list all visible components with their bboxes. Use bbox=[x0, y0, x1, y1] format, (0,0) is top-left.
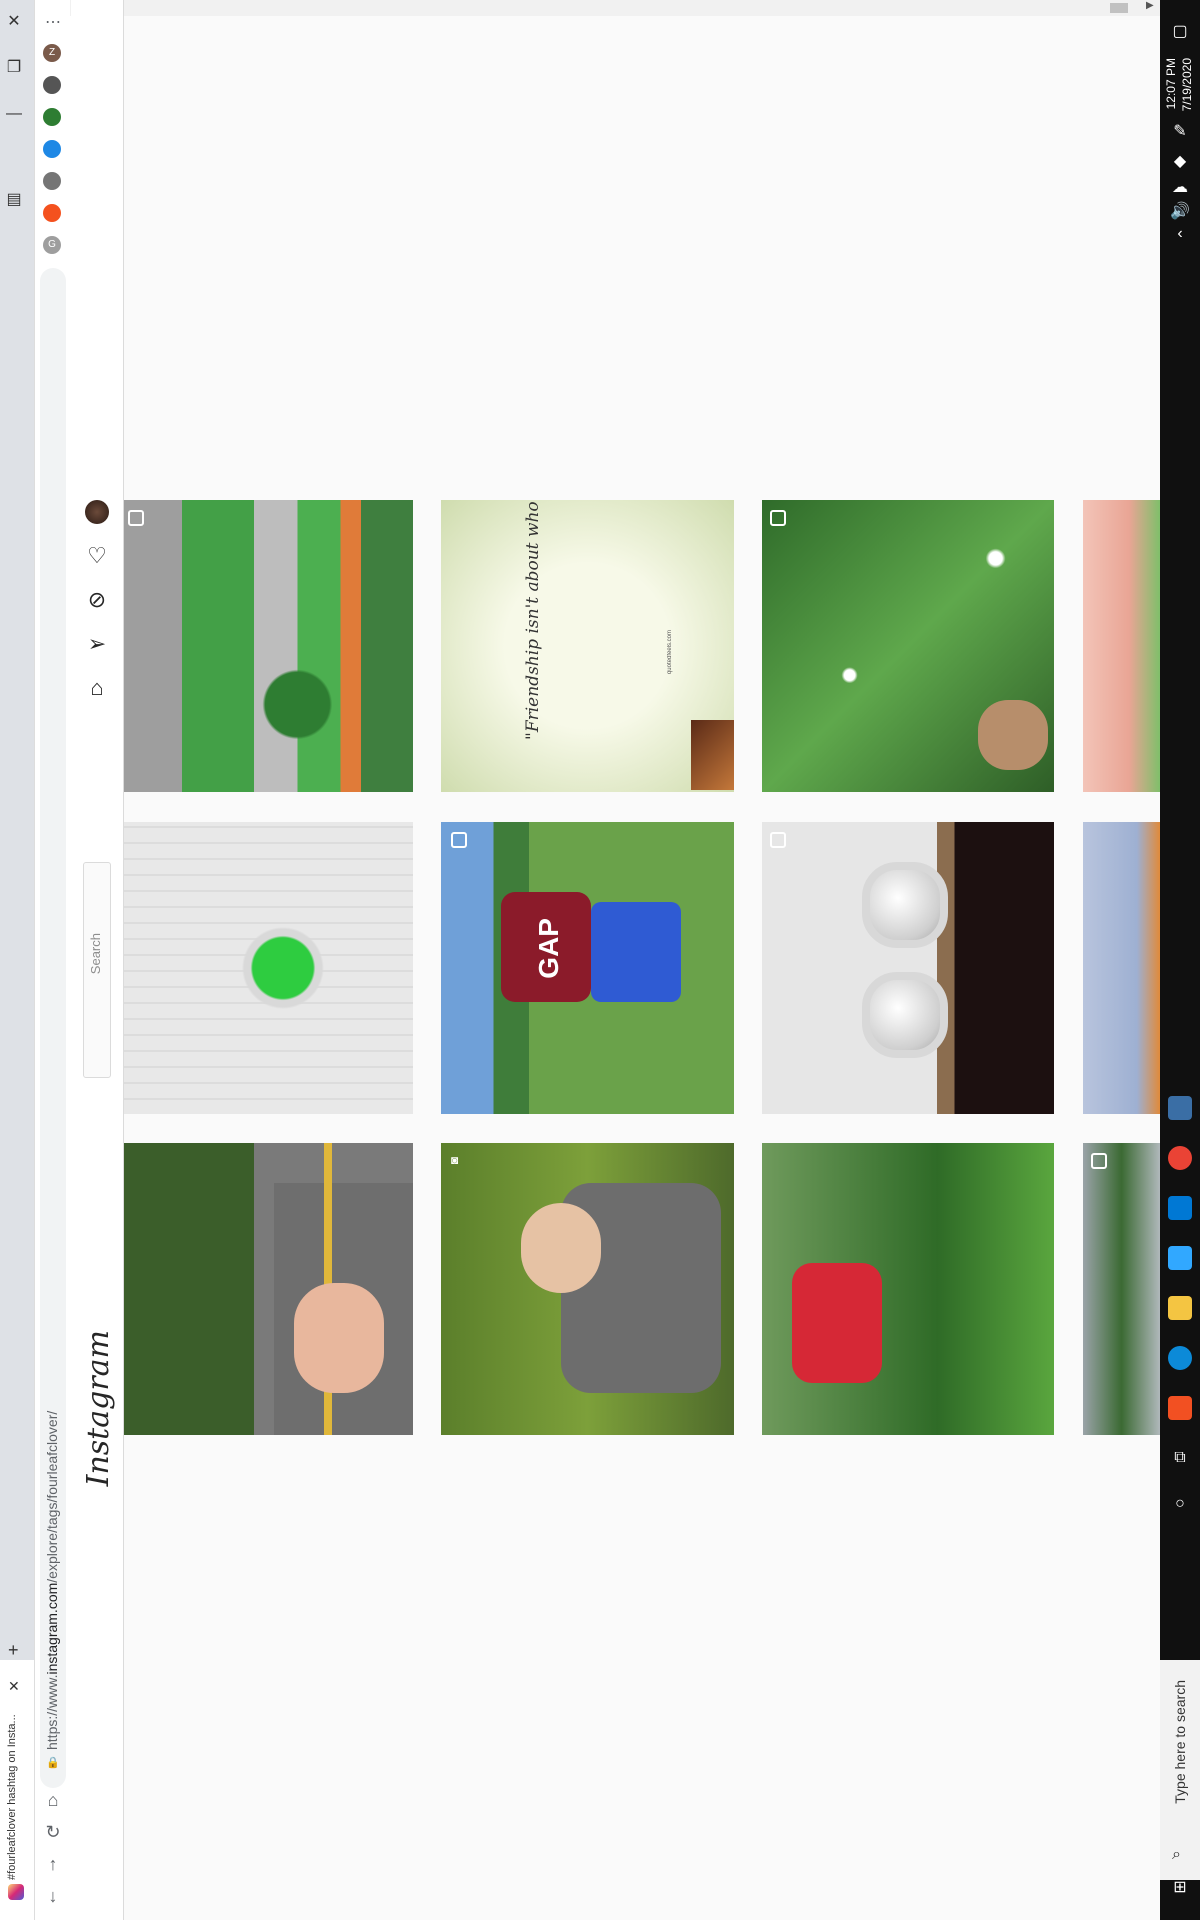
post-thumbnail[interactable] bbox=[762, 822, 1054, 1114]
tab-search-icon[interactable]: ▤ bbox=[0, 186, 28, 214]
extension-icon[interactable] bbox=[43, 108, 61, 126]
dropbox-icon[interactable]: ◆ bbox=[1168, 150, 1192, 174]
taskbar-search-placeholder: Type here to search bbox=[1172, 1680, 1188, 1804]
reload-icon[interactable]: ↻ bbox=[43, 1822, 63, 1843]
multi-photo-icon bbox=[1091, 1153, 1107, 1169]
multi-photo-icon bbox=[770, 510, 786, 526]
taskbar-search-icon: ⌕ bbox=[1172, 1846, 1181, 1863]
app-icon-1[interactable] bbox=[1168, 1096, 1192, 1120]
clock-time[interactable]: 12:07 PM bbox=[1164, 58, 1178, 109]
browser-tab-strip: ✕ ❐ — ▤ + ✕ #fourleafclover hashtag on I… bbox=[0, 0, 34, 1920]
photoshop-icon[interactable] bbox=[1168, 1246, 1192, 1270]
explore-compass-icon[interactable]: ⊘ bbox=[85, 588, 109, 612]
url-prefix: https://www. bbox=[44, 1674, 60, 1750]
multi-photo-icon bbox=[770, 832, 786, 848]
search-input[interactable]: Search bbox=[83, 862, 111, 1078]
home-browser-icon[interactable]: ⌂ bbox=[43, 1790, 63, 1811]
extension-icon[interactable] bbox=[43, 140, 61, 158]
quote-credit: quotedfeels.com bbox=[667, 630, 673, 675]
post-thumbnail[interactable] bbox=[124, 822, 413, 1114]
chrome-icon[interactable] bbox=[1168, 1146, 1192, 1170]
instagram-favicon-icon bbox=[8, 1884, 24, 1900]
extension-icon[interactable] bbox=[43, 172, 61, 190]
multi-photo-icon bbox=[128, 510, 144, 526]
edge-icon[interactable] bbox=[1168, 1346, 1192, 1370]
scroll-thumb[interactable] bbox=[1110, 3, 1128, 13]
multi-photo-icon bbox=[451, 832, 467, 848]
back-icon[interactable]: ↓ bbox=[43, 1886, 63, 1907]
post-thumbnail[interactable] bbox=[762, 500, 1054, 792]
instagram-header: ♡ ⊘ ➢ ⌂ Search Instagram bbox=[71, 0, 124, 1920]
post-thumbnail[interactable] bbox=[1083, 1143, 1160, 1435]
file-explorer-icon[interactable] bbox=[1168, 1296, 1192, 1320]
forward-icon[interactable]: ↑ bbox=[43, 1854, 63, 1875]
url-path: /explore/tags/fourleafclover/ bbox=[44, 1410, 60, 1583]
url-text: https://www.instagram.com/explore/tags/f… bbox=[44, 1390, 60, 1750]
store-icon[interactable] bbox=[1168, 1396, 1192, 1420]
onedrive-icon[interactable]: ☁ bbox=[1168, 176, 1192, 200]
post-thumbnail[interactable] bbox=[124, 1143, 413, 1435]
post-thumbnail[interactable] bbox=[762, 1143, 1054, 1435]
menu-dots-icon[interactable]: ⋯ bbox=[45, 12, 61, 32]
sneaker bbox=[978, 700, 1048, 770]
home-icon[interactable]: ⌂ bbox=[85, 676, 109, 700]
post-thumbnail[interactable] bbox=[1083, 822, 1160, 1114]
extension-icon[interactable] bbox=[43, 76, 61, 94]
post-thumbnail[interactable] bbox=[124, 500, 413, 792]
url-domain: instagram.com bbox=[44, 1582, 60, 1675]
extension-icon[interactable] bbox=[43, 204, 61, 222]
post-thumbnail[interactable] bbox=[1083, 500, 1160, 792]
instagram-logo[interactable]: Instagram bbox=[81, 1330, 116, 1486]
clock-date[interactable]: 7/19/2020 bbox=[1180, 58, 1194, 111]
volume-icon[interactable]: 🔊 bbox=[1168, 200, 1192, 224]
post-thumbnail[interactable]: ◙ bbox=[441, 1143, 734, 1435]
direct-send-icon[interactable]: ➢ bbox=[85, 632, 109, 656]
pen-icon[interactable]: ✎ bbox=[1168, 120, 1192, 144]
extension-icon[interactable]: Z bbox=[43, 44, 61, 62]
chevron-icon[interactable]: ‹ bbox=[1168, 222, 1192, 246]
search-placeholder: Search bbox=[88, 933, 103, 975]
heart-icon[interactable]: ♡ bbox=[85, 544, 109, 568]
close-window-icon[interactable]: ✕ bbox=[0, 8, 28, 36]
notification-icon[interactable]: ▢ bbox=[1168, 20, 1192, 44]
cortana-icon[interactable]: ○ bbox=[1168, 1492, 1192, 1516]
tab-title: #fourleafclover hashtag on Insta... bbox=[6, 1714, 18, 1880]
quote-photo bbox=[691, 720, 734, 790]
taskbar-search-box[interactable]: Type here to search ⌕ bbox=[1160, 1660, 1200, 1880]
extension-icon[interactable]: G bbox=[43, 236, 61, 254]
horizontal-scrollbar[interactable]: ◀ ▶ bbox=[70, 0, 1160, 16]
scroll-right-icon[interactable]: ▶ bbox=[1146, 0, 1154, 11]
task-view-icon[interactable]: ⧉ bbox=[1168, 1446, 1192, 1470]
quote-text: "Friendship isn't about who you've known… bbox=[519, 500, 548, 740]
browser-toolbar: ⋯ Z G 🔒 https://www.instagram.com/explore… bbox=[34, 0, 71, 1920]
restore-window-icon[interactable]: ❐ bbox=[0, 54, 28, 82]
lock-icon: 🔒 bbox=[46, 1757, 60, 1769]
profile-avatar[interactable] bbox=[85, 500, 109, 524]
outlook-icon[interactable] bbox=[1168, 1196, 1192, 1220]
post-thumbnail[interactable]: GAP bbox=[441, 822, 734, 1114]
post-thumbnail[interactable]: "Friendship isn't about who you've known… bbox=[441, 500, 734, 792]
new-tab-button[interactable]: + bbox=[8, 1640, 19, 1661]
shirt-text: GAP bbox=[533, 918, 564, 979]
windows-taskbar: ▢ 7/19/2020 12:07 PM ✎ ◆ ☁ 🔊 ‹ ⧉ ○ ⊞ bbox=[1160, 0, 1200, 1920]
video-icon: ◙ bbox=[451, 1153, 459, 1167]
minimize-window-icon[interactable]: — bbox=[0, 100, 28, 128]
